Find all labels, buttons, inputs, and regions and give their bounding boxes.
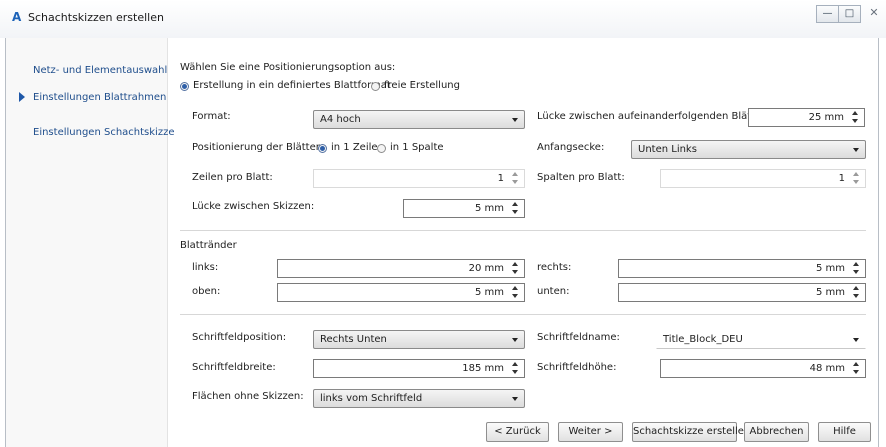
cols-per-sheet-stepper[interactable]: 1 <box>660 169 866 188</box>
spinner-arrows-icon[interactable] <box>852 286 860 299</box>
positioning-prompt: Wählen Sie eine Positionierungsoption au… <box>180 62 396 73</box>
titleblock-position-select[interactable]: Rechts Unten <box>313 330 525 349</box>
sheet-positioning-label: Positionierung der Blätter: <box>192 142 324 153</box>
titleblock-height-value: 48 mm <box>809 363 845 374</box>
title-bar: A Schachtskizzen erstellen — □ ✕ <box>0 0 886 38</box>
gap-sheets-stepper[interactable]: 25 mm <box>748 108 865 127</box>
radio-defined-format[interactable] <box>180 82 189 91</box>
spinner-arrows-icon[interactable] <box>851 111 859 124</box>
margin-top-value: 5 mm <box>474 287 504 298</box>
titleblock-height-label: Schriftfeldhöhe: <box>537 362 617 373</box>
titleblock-height-stepper[interactable]: 48 mm <box>660 359 866 378</box>
sidebar-item-netz-elementauswahl[interactable]: Netz- und Elementauswahl <box>33 65 167 76</box>
margin-bottom-label: unten: <box>537 286 570 297</box>
spinner-arrows-icon[interactable] <box>852 172 860 185</box>
window-frame-right <box>878 38 879 447</box>
back-button[interactable]: < Zurück <box>486 422 549 442</box>
gap-sheets-label: Lücke zwischen aufeinanderfolgenden Blät… <box>537 111 775 122</box>
margin-left-label: links: <box>192 262 219 273</box>
titleblock-width-label: Schriftfeldbreite: <box>192 362 276 373</box>
radio-one-column[interactable] <box>377 144 386 153</box>
sidebar-item-einstellungen-schachtskizze[interactable]: Einstellungen Schachtskizze <box>33 127 174 138</box>
close-icon[interactable]: ✕ <box>859 5 886 23</box>
empty-areas-value: links vom Schriftfeld <box>320 393 423 404</box>
titleblock-width-value: 185 mm <box>462 363 504 374</box>
restore-icon[interactable]: □ <box>838 5 861 23</box>
radio-one-column-label[interactable]: in 1 Spalte <box>390 142 444 153</box>
margin-top-label: oben: <box>192 286 221 297</box>
chevron-down-icon <box>512 397 518 401</box>
margin-left-value: 20 mm <box>468 263 504 274</box>
start-corner-value: Unten Links <box>638 144 697 155</box>
spinner-arrows-icon[interactable] <box>511 286 519 299</box>
empty-areas-select[interactable]: links vom Schriftfeld <box>313 389 525 408</box>
titleblock-position-label: Schriftfeldposition: <box>192 332 287 343</box>
empty-areas-label: Flächen ohne Skizzen: <box>192 391 304 402</box>
margin-right-value: 5 mm <box>815 263 845 274</box>
radio-one-row[interactable] <box>318 144 327 153</box>
help-button[interactable]: Hilfe <box>818 422 871 442</box>
start-corner-label: Anfangsecke: <box>537 142 605 153</box>
gap-sketches-value: 5 mm <box>474 203 504 214</box>
window-title: Schachtskizzen erstellen <box>28 11 164 24</box>
active-step-arrow-icon <box>19 92 25 102</box>
radio-free-creation-label[interactable]: freie Erstellung <box>384 80 460 91</box>
chevron-down-icon <box>853 338 859 342</box>
create-sketch-button[interactable]: Schachtskizze erstellen <box>632 422 750 442</box>
radio-one-row-label[interactable]: in 1 Zeile <box>331 142 378 153</box>
chevron-down-icon <box>512 338 518 342</box>
spinner-arrows-icon[interactable] <box>511 172 519 185</box>
margin-top-stepper[interactable]: 5 mm <box>277 283 525 302</box>
format-select-value: A4 hoch <box>320 114 361 125</box>
spinner-arrows-icon[interactable] <box>511 202 519 215</box>
next-button[interactable]: Weiter > <box>558 422 623 442</box>
rows-per-sheet-stepper[interactable]: 1 <box>313 169 525 188</box>
gap-sheets-value: 25 mm <box>808 112 844 123</box>
titleblock-name-label: Schriftfeldname: <box>537 332 620 343</box>
titleblock-name-value: Title_Block_DEU <box>663 334 743 345</box>
titleblock-width-stepper[interactable]: 185 mm <box>313 359 525 378</box>
chevron-down-icon <box>853 148 859 152</box>
gap-sketches-stepper[interactable]: 5 mm <box>403 199 525 218</box>
cols-per-sheet-value: 1 <box>838 173 845 184</box>
cols-per-sheet-label: Spalten pro Blatt: <box>537 172 625 183</box>
sidebar-item-einstellungen-blattrahmen[interactable]: Einstellungen Blattrahmen <box>33 92 166 103</box>
margins-heading: Blattränder <box>180 240 237 251</box>
rows-per-sheet-label: Zeilen pro Blatt: <box>192 172 273 183</box>
section-divider <box>180 230 866 231</box>
app-logo-icon: A <box>12 10 22 24</box>
gap-sketches-label: Lücke zwischen Skizzen: <box>192 201 315 212</box>
cancel-button[interactable]: Abbrechen <box>744 422 809 442</box>
margin-right-stepper[interactable]: 5 mm <box>618 259 866 278</box>
radio-free-creation[interactable] <box>371 82 380 91</box>
margin-left-stepper[interactable]: 20 mm <box>277 259 525 278</box>
section-divider <box>180 314 866 315</box>
rows-per-sheet-value: 1 <box>497 173 504 184</box>
format-label: Format: <box>192 111 231 122</box>
titleblock-position-value: Rechts Unten <box>320 334 387 345</box>
margin-right-label: rechts: <box>537 262 572 273</box>
format-select[interactable]: A4 hoch <box>313 110 525 129</box>
margin-bottom-stepper[interactable]: 5 mm <box>618 283 866 302</box>
minimize-icon[interactable]: — <box>816 5 839 23</box>
spinner-arrows-icon[interactable] <box>511 262 519 275</box>
radio-defined-format-label[interactable]: Erstellung in ein definiertes Blattforma… <box>193 80 391 91</box>
spinner-arrows-icon[interactable] <box>511 362 519 375</box>
titleblock-name-select[interactable]: Title_Block_DEU <box>656 330 866 349</box>
chevron-down-icon <box>512 118 518 122</box>
spinner-arrows-icon[interactable] <box>852 362 860 375</box>
spinner-arrows-icon[interactable] <box>852 262 860 275</box>
margin-bottom-value: 5 mm <box>815 287 845 298</box>
start-corner-select[interactable]: Unten Links <box>631 140 866 159</box>
